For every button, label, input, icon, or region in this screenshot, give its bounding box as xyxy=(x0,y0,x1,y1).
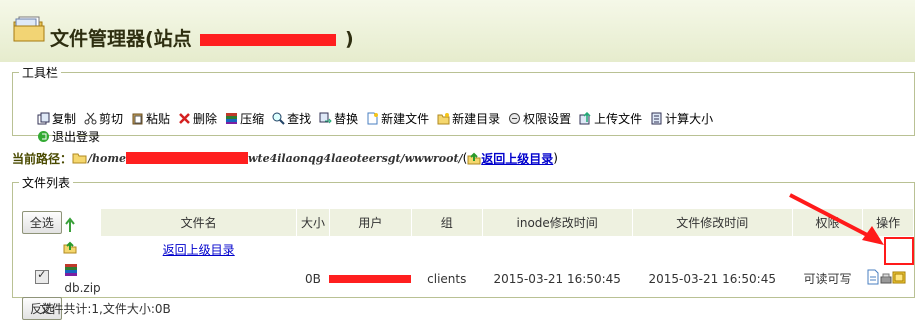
toolbar-button-label: 复制 xyxy=(52,112,77,126)
column-header-inode-time[interactable]: inode修改时间 xyxy=(482,209,633,236)
file-list: 文件列表 全选 文件名 大小 用户 组 inode修改时间 文件修改时间 权限 … xyxy=(12,174,915,320)
toolbar-button-label: 退出登录 xyxy=(52,130,101,144)
new-folder-icon xyxy=(437,112,450,125)
redaction-mark xyxy=(126,152,249,164)
page-title-prefix: 文件管理器(站点 xyxy=(50,28,192,50)
scissors-icon xyxy=(84,112,97,125)
up-folder-icon xyxy=(63,241,77,254)
file-manager-icon xyxy=(13,16,45,42)
path-prefix: /home xyxy=(88,151,127,165)
column-header-user[interactable]: 用户 xyxy=(329,209,412,236)
copy-icon xyxy=(37,112,50,125)
toolbar-button-label: 删除 xyxy=(193,112,218,126)
file-name[interactable]: db.zip xyxy=(64,281,100,295)
toolbar-new-folder-button[interactable]: 新建目录 xyxy=(437,110,500,127)
back-to-parent-link[interactable]: 返回上级目录 xyxy=(481,150,553,167)
toolbar-upload-button[interactable]: 上传文件 xyxy=(579,110,642,127)
file-mtime: 2015-03-21 16:50:45 xyxy=(648,271,776,286)
toolbar-replace-button[interactable]: 替换 xyxy=(319,110,358,127)
delete-icon xyxy=(178,112,191,125)
file-summary: 文件共计:1,文件大小:0B xyxy=(39,301,171,316)
upload-icon xyxy=(579,111,592,125)
toolbar-calculate-button[interactable]: 计算大小 xyxy=(650,110,713,127)
toolbar: 工具栏 复制 剪切 粘贴 删除 压缩 查找 替换 新建文件 新建目录 权限设置 上传文件 计算大小 退… xyxy=(12,64,915,144)
toolbar-scissors-button[interactable]: 剪切 xyxy=(84,110,123,127)
current-path: 当前路径： /home wte4ilaonqg4laeoteersgt/wwwr… xyxy=(12,150,912,166)
toolbar-button-label: 上传文件 xyxy=(594,112,643,126)
toolbar-paste-button[interactable]: 粘贴 xyxy=(131,110,170,127)
sort-up-arrow-icon[interactable] xyxy=(64,217,76,233)
toolbar-logout-button[interactable]: 退出登录 xyxy=(37,128,100,145)
table-footer-row: 反选 文件共计:1,文件大小:0B xyxy=(21,295,914,321)
edit-file-icon[interactable] xyxy=(866,269,880,285)
page-title-suffix: ) xyxy=(344,28,354,50)
page-title: 文件管理器(站点 ) xyxy=(50,24,354,51)
file-permission: 可读可写 xyxy=(803,272,852,286)
path-close-paren: ) xyxy=(553,151,558,165)
search-icon xyxy=(272,112,285,125)
toolbar-button-label: 权限设置 xyxy=(523,112,572,126)
toolbar-archive-button[interactable]: 压缩 xyxy=(225,110,264,127)
zip-file-icon xyxy=(65,264,78,276)
column-header-size[interactable]: 大小 xyxy=(296,209,330,236)
row-checkbox[interactable] xyxy=(35,268,50,284)
path-suffix: wte4ilaonqg4laeoteersgt/wwwroot/ xyxy=(248,151,463,165)
paste-icon xyxy=(131,112,144,125)
title-bar: 文件管理器(站点 ) xyxy=(0,0,915,62)
toolbar-delete-button[interactable]: 删除 xyxy=(178,110,217,127)
archive-icon xyxy=(225,112,238,125)
column-header-group[interactable]: 组 xyxy=(411,209,483,236)
select-all-button[interactable]: 全选 xyxy=(21,211,62,234)
toolbar-button-label: 剪切 xyxy=(99,112,124,126)
replace-icon xyxy=(319,112,332,125)
toolbar-new-file-button[interactable]: 新建文件 xyxy=(366,110,429,127)
download-icon[interactable] xyxy=(880,269,892,285)
toolbar-button-label: 粘贴 xyxy=(146,112,171,126)
table-row-parent: 返回上级目录 xyxy=(21,236,914,262)
toolbar-button-label: 查找 xyxy=(287,112,312,126)
up-folder-icon xyxy=(467,152,481,164)
column-header-filename[interactable]: 文件名 xyxy=(100,209,298,236)
redaction-mark xyxy=(200,33,337,46)
new-file-icon xyxy=(366,112,379,125)
file-size: 0B xyxy=(305,271,321,286)
table-header-row: 全选 文件名 大小 用户 组 inode修改时间 文件修改时间 权限 操作 xyxy=(21,209,914,236)
file-group: clients xyxy=(427,271,467,286)
toolbar-button-label: 新建文件 xyxy=(381,112,430,126)
column-header-actions: 操作 xyxy=(862,209,914,236)
toolbar-button-label: 压缩 xyxy=(240,112,265,126)
annotation-box xyxy=(884,237,914,265)
logout-icon xyxy=(37,130,50,143)
toolbar-search-button[interactable]: 查找 xyxy=(272,110,311,127)
toolbar-row: 退出登录 xyxy=(37,128,108,145)
calculate-icon xyxy=(650,112,663,125)
toolbar-row: 复制 剪切 粘贴 删除 压缩 查找 替换 新建文件 新建目录 权限设置 上传文件 计算大小 xyxy=(37,110,721,127)
column-header-mtime[interactable]: 文件修改时间 xyxy=(632,209,793,236)
column-header-permission[interactable]: 权限 xyxy=(792,209,864,236)
permission-icon xyxy=(508,112,521,125)
toolbar-permission-button[interactable]: 权限设置 xyxy=(508,110,571,127)
folder-icon xyxy=(72,153,87,164)
file-table: 全选 文件名 大小 用户 组 inode修改时间 文件修改时间 权限 操作 返回… xyxy=(21,209,914,321)
redaction-mark xyxy=(329,275,412,283)
toolbar-button-label: 计算大小 xyxy=(665,112,714,126)
toolbar-button-label: 替换 xyxy=(334,112,359,126)
toolbar-copy-button[interactable]: 复制 xyxy=(37,110,76,127)
table-row: db.zip 0B clients 2015-03-21 16:50:45 20… xyxy=(21,262,914,295)
parent-directory-link[interactable]: 返回上级目录 xyxy=(163,243,235,257)
path-label: 当前路径： xyxy=(12,151,73,166)
file-list-legend: 文件列表 xyxy=(22,176,71,190)
toolbar-legend: 工具栏 xyxy=(22,66,59,80)
toolbar-button-label: 新建目录 xyxy=(452,112,501,126)
unzip-icon[interactable] xyxy=(892,269,906,285)
file-inode-time: 2015-03-21 16:50:45 xyxy=(493,271,621,286)
